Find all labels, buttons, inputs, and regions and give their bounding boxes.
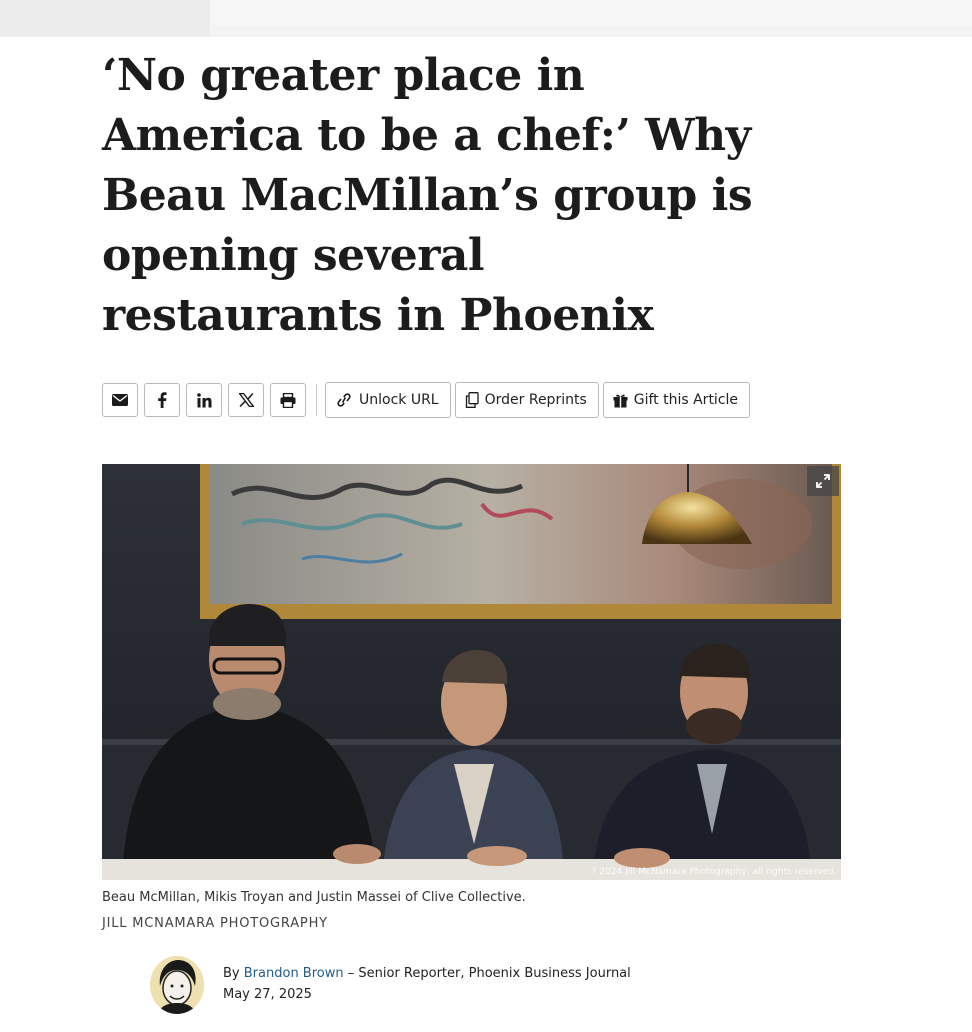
x-share-button[interactable] <box>228 383 264 417</box>
order-reprints-button[interactable]: Order Reprints <box>454 382 599 418</box>
author-link[interactable]: Brandon Brown <box>244 966 344 981</box>
byline-prefix: By <box>223 966 240 981</box>
facebook-share-button[interactable] <box>144 383 180 417</box>
email-icon <box>112 394 128 406</box>
order-reprints-label: Order Reprints <box>484 392 587 408</box>
gift-article-button[interactable]: Gift this Article <box>602 382 751 418</box>
expand-photo-button[interactable] <box>807 466 839 496</box>
unlock-url-button[interactable]: Unlock URL <box>325 382 451 418</box>
nav-left-block <box>0 0 210 37</box>
author-avatar[interactable] <box>150 956 204 1014</box>
expand-icon <box>816 474 830 488</box>
top-nav-strip <box>0 0 972 37</box>
print-icon <box>280 392 296 408</box>
photo-caption: Beau McMillan, Mikis Troyan and Justin M… <box>102 890 526 905</box>
photo-credit: JILL MCNAMARA PHOTOGRAPHY <box>102 916 328 931</box>
linkedin-share-button[interactable] <box>186 383 222 417</box>
unlock-url-label: Unlock URL <box>359 392 439 408</box>
facebook-icon <box>158 392 167 408</box>
linkedin-icon <box>196 392 211 407</box>
article-headline: ‘No greater place in America to be a che… <box>102 50 753 341</box>
gift-icon <box>613 394 628 407</box>
photo-image <box>102 464 841 880</box>
email-share-button[interactable] <box>102 383 138 417</box>
share-toolbar: Unlock URL Order Reprints Gift this Arti… <box>102 382 754 418</box>
gift-article-label: Gift this Article <box>633 392 739 408</box>
link-icon <box>337 393 351 407</box>
copy-icon <box>465 392 479 408</box>
x-icon <box>238 393 254 407</box>
publish-date: May 27, 2025 <box>223 987 312 1002</box>
photo-copyright: ? 2024 Jill McNamara Photography, all ri… <box>591 867 837 877</box>
byline: By Brandon Brown – Senior Reporter, Phoe… <box>150 956 850 1018</box>
toolbar-divider <box>316 384 317 416</box>
article-photo[interactable]: ? 2024 Jill McNamara Photography, all ri… <box>102 464 841 880</box>
print-button[interactable] <box>270 383 306 417</box>
nav-right-block <box>210 0 972 25</box>
byline-text: By Brandon Brown – Senior Reporter, Phoe… <box>223 966 631 1002</box>
author-role: – Senior Reporter, Phoenix Business Jour… <box>347 966 631 981</box>
